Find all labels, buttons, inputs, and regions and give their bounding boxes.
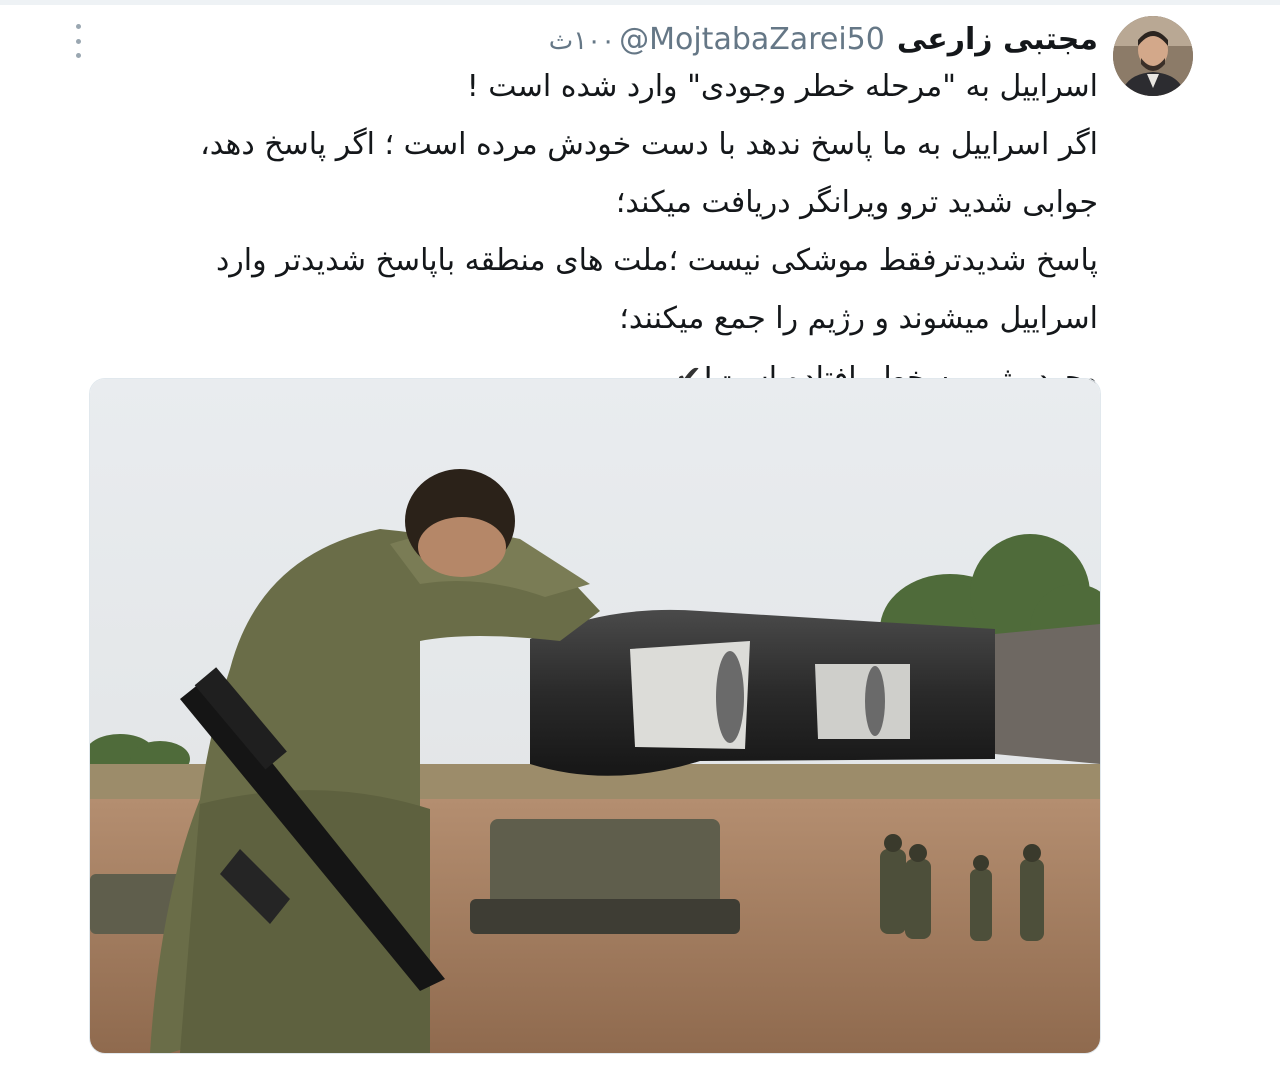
- tweet-line-2: اگر اسراییل به ما پاسخ ندهد با دست خودش …: [200, 127, 1098, 162]
- menu-dot: [75, 24, 81, 29]
- tweet-line-5: اسراییل میشوند و رژیم را جمع میکنند؛: [619, 301, 1098, 336]
- tweet-header: مجتبی زارعی @MojtabaZarei50 ۱۰۰ث: [549, 22, 1098, 57]
- tweet-text: اسراییل به "مرحله خطر وجودی" وارد شده اس…: [88, 58, 1098, 406]
- tweet-media-photo[interactable]: [89, 378, 1101, 1054]
- menu-dot: [75, 38, 81, 44]
- soldier-photo: [90, 379, 1100, 1053]
- avatar[interactable]: [1113, 16, 1193, 96]
- author-handle[interactable]: @MojtabaZarei50: [619, 22, 885, 57]
- tweet-line-1: اسراییل به "مرحله خطر وجودی" وارد شده اس…: [466, 69, 1098, 104]
- tweet-time[interactable]: ۱۰۰ث: [549, 26, 615, 56]
- top-divider: [0, 0, 1280, 5]
- tweet-line-4: پاسخ شدیدترفقط موشکی نیست ؛ملت های منطقه…: [215, 243, 1098, 278]
- tweet-line-3: جوابی شدید ترو ویرانگر دریافت میکند؛: [615, 185, 1098, 220]
- author-name[interactable]: مجتبی زارعی: [897, 22, 1098, 57]
- menu-dot: [75, 53, 81, 58]
- more-options-icon[interactable]: [70, 24, 86, 58]
